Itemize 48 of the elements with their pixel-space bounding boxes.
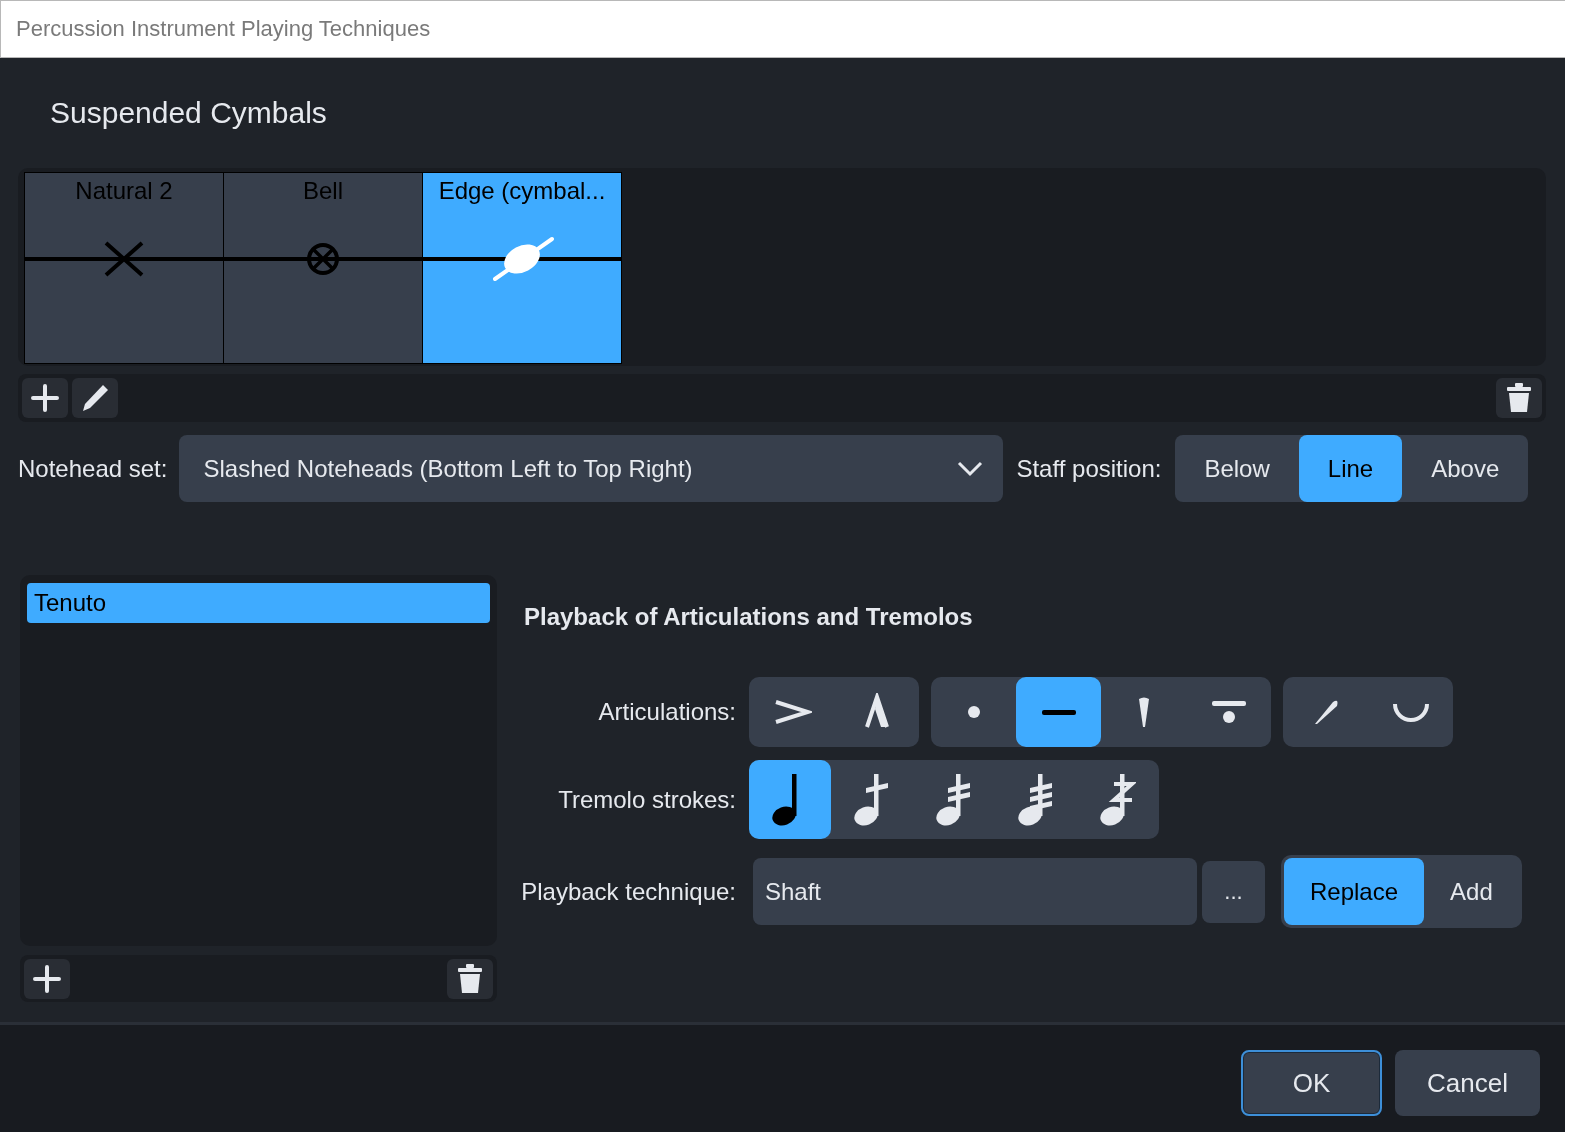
- slashed-notehead-icon: [493, 237, 554, 281]
- browse-button[interactable]: ...: [1202, 860, 1265, 923]
- cross-notehead-icon: [104, 241, 144, 277]
- playback-technique-field[interactable]: Shaft: [753, 858, 1197, 925]
- delete-button[interactable]: [447, 958, 493, 999]
- technique-label: Edge (cymbal...: [438, 177, 606, 206]
- technique-label: Bell: [303, 177, 343, 206]
- staff-position-label: Staff position:: [1016, 454, 1162, 483]
- staff-position-option[interactable]: Above: [1402, 435, 1529, 502]
- staff-position-option[interactable]: Below: [1175, 435, 1299, 502]
- arc-icon: [1391, 701, 1430, 723]
- dash-icon: [1041, 707, 1076, 717]
- articulations-label: Articulations:: [597, 698, 737, 726]
- dash-dot-icon: [1211, 700, 1246, 724]
- list-item[interactable]: Tenuto: [27, 583, 490, 623]
- delete-button[interactable]: [1496, 378, 1542, 418]
- edit-button[interactable]: [72, 378, 118, 418]
- staff-position-option[interactable]: Line: [1298, 435, 1403, 502]
- technique-label: Natural 2: [75, 177, 173, 206]
- chevron-down-icon: [957, 460, 984, 477]
- dialog-button[interactable]: Cancel: [1395, 1050, 1540, 1116]
- tremolo-strokes-label: Tremolo strokes:: [557, 785, 737, 814]
- dot-icon: [966, 705, 981, 719]
- notehead-set-label: Notehead set:: [18, 454, 168, 483]
- note-one-stroke-icon: [854, 771, 890, 828]
- note-buzz-roll-icon: [1100, 771, 1136, 828]
- dialog-button[interactable]: OK: [1241, 1050, 1383, 1116]
- note-two-strokes-icon: [936, 771, 972, 828]
- technique-tile[interactable]: Edge (cymbal...: [423, 173, 621, 363]
- playback-technique-label: Playback technique:: [520, 877, 737, 906]
- instrument-heading: Suspended Cymbals: [49, 95, 328, 131]
- section-heading: Playback of Articulations and Tremolos: [523, 602, 974, 632]
- notehead-set-dropdown[interactable]: Slashed Noteheads (Bottom Left to Top Right): [179, 435, 1004, 502]
- crossed-circle-notehead-icon: [307, 243, 339, 275]
- trash-icon: [457, 963, 483, 994]
- articulation-button[interactable]: [1016, 677, 1101, 747]
- wedge-icon: [1137, 697, 1150, 727]
- note-three-strokes-icon: [1018, 771, 1054, 828]
- plus-icon: [32, 963, 62, 994]
- mode-option[interactable]: Add: [1424, 858, 1519, 925]
- plus-icon: [30, 383, 60, 413]
- trash-icon: [1506, 383, 1532, 413]
- mode-option[interactable]: Replace: [1284, 858, 1425, 925]
- window-title: Percussion Instrument Playing Techniques: [0, 0, 1565, 58]
- tremolo-button[interactable]: [749, 760, 831, 839]
- add-button[interactable]: [24, 958, 70, 999]
- add-button[interactable]: [22, 378, 68, 418]
- stress-mark-icon: [1312, 698, 1339, 726]
